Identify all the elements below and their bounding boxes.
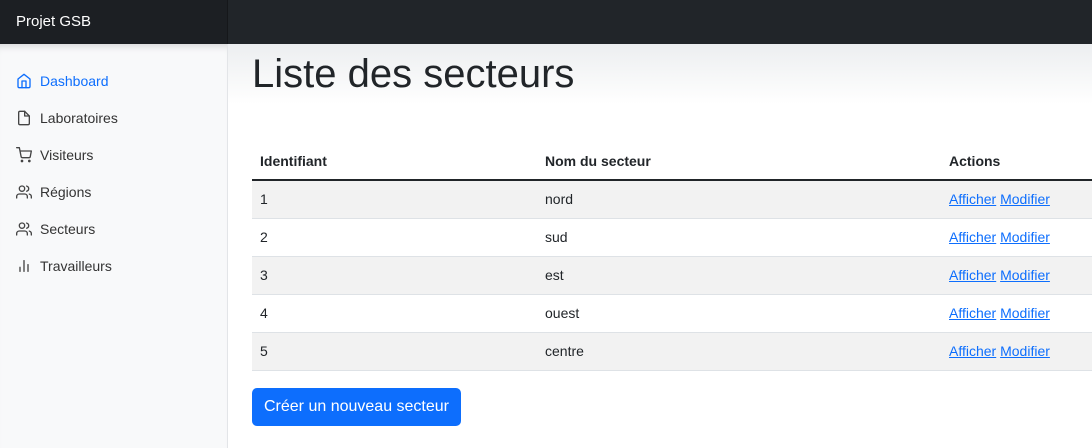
table-row: 1 nord Afficher Modifier [252,180,1092,219]
sidebar-item-label: Régions [40,183,92,200]
edit-link[interactable]: Modifier [1000,305,1050,321]
brand-title[interactable]: Projet GSB [0,0,228,44]
users-icon [16,184,32,200]
cell-name: centre [537,332,941,371]
sidebar-nav: Dashboard Laboratoires Visiteurs Régions… [0,44,227,284]
sidebar-item-visiteurs[interactable]: Visiteurs [0,136,227,173]
bar-chart-icon [16,258,32,274]
sidebar-item-laboratoires[interactable]: Laboratoires [0,99,227,136]
cell-actions: Afficher Modifier [941,256,1092,295]
cell-name: nord [537,180,941,219]
file-icon [16,110,32,126]
users-icon [16,221,32,237]
sectors-table: Identifiant Nom du secteur Actions 1 nor… [252,142,1092,371]
view-link[interactable]: Afficher [949,191,996,207]
cell-actions: Afficher Modifier [941,332,1092,371]
column-header-nom-secteur: Nom du secteur [537,142,941,181]
cell-actions: Afficher Modifier [941,218,1092,257]
view-link[interactable]: Afficher [949,267,996,283]
cell-id: 4 [252,294,537,333]
sidebar-item-regions[interactable]: Régions [0,173,227,210]
cell-actions: Afficher Modifier [941,180,1092,219]
sidebar-item-label: Visiteurs [40,146,94,163]
table-row: 3 est Afficher Modifier [252,256,1092,295]
cell-name: ouest [537,294,941,333]
table-row: 2 sud Afficher Modifier [252,218,1092,257]
column-header-actions: Actions [941,142,1092,181]
cell-id: 1 [252,180,537,219]
table-row: 4 ouest Afficher Modifier [252,294,1092,333]
cell-id: 3 [252,256,537,295]
edit-link[interactable]: Modifier [1000,343,1050,359]
cell-id: 2 [252,218,537,257]
sidebar: Dashboard Laboratoires Visiteurs Régions… [0,44,228,448]
home-icon [16,73,32,89]
edit-link[interactable]: Modifier [1000,191,1050,207]
cell-name: est [537,256,941,295]
sidebar-item-secteurs[interactable]: Secteurs [0,210,227,247]
edit-link[interactable]: Modifier [1000,229,1050,245]
cell-name: sud [537,218,941,257]
edit-link[interactable]: Modifier [1000,267,1050,283]
cell-actions: Afficher Modifier [941,294,1092,333]
sidebar-item-label: Dashboard [40,72,109,89]
table-header-row: Identifiant Nom du secteur Actions [252,142,1092,181]
shopping-cart-icon [16,146,32,163]
sidebar-item-label: Laboratoires [40,109,118,126]
column-header-identifiant: Identifiant [252,142,537,181]
main-content: Liste des secteurs Identifiant Nom du se… [252,44,1092,448]
sidebar-item-label: Travailleurs [40,257,112,274]
view-link[interactable]: Afficher [949,305,996,321]
cell-id: 5 [252,332,537,371]
view-link[interactable]: Afficher [949,343,996,359]
page-title: Liste des secteurs [252,52,575,96]
table-row: 5 centre Afficher Modifier [252,332,1092,371]
view-link[interactable]: Afficher [949,229,996,245]
top-navbar: Projet GSB [0,0,1092,44]
sidebar-item-travailleurs[interactable]: Travailleurs [0,247,227,284]
create-sector-button[interactable]: Créer un nouveau secteur [252,388,461,426]
sidebar-item-label: Secteurs [40,220,96,237]
sidebar-item-dashboard[interactable]: Dashboard [0,62,227,99]
